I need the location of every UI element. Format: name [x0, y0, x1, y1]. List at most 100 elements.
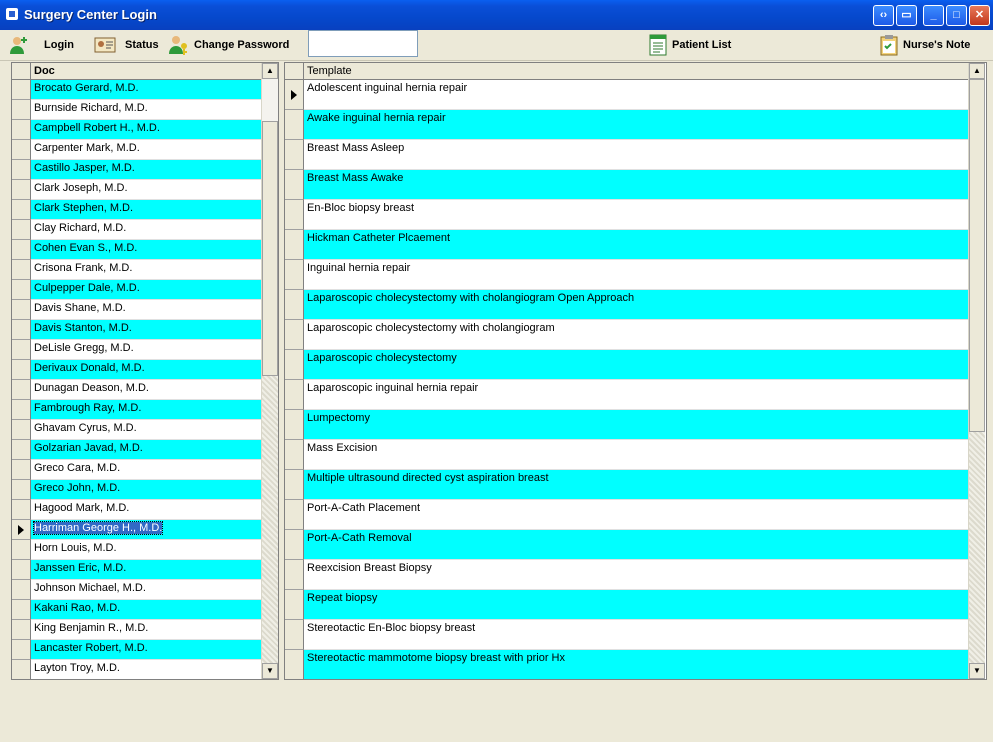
doctor-row[interactable]: Hagood Mark, M.D.	[12, 500, 262, 520]
template-row[interactable]: Adolescent inguinal hernia repair	[285, 80, 968, 110]
template-cell[interactable]: Stereotactic mammotome biopsy breast wit…	[304, 650, 968, 679]
template-row-selector[interactable]	[285, 410, 304, 440]
doctor-cell[interactable]: Campbell Robert H., M.D.	[31, 120, 262, 140]
doctor-row[interactable]: Horn Louis, M.D.	[12, 540, 262, 560]
template-row-selector[interactable]	[285, 530, 304, 560]
template-row-selector[interactable]	[285, 500, 304, 530]
template-cell[interactable]: Laparoscopic cholecystectomy with cholan…	[304, 320, 968, 350]
template-row-selector[interactable]	[285, 80, 304, 110]
doctor-row[interactable]: Crisona Frank, M.D.	[12, 260, 262, 280]
doctor-row-selector[interactable]	[12, 240, 31, 260]
doctor-row-selector[interactable]	[12, 140, 31, 160]
doctor-row-selector[interactable]	[12, 100, 31, 120]
doctor-row[interactable]: Janssen Eric, M.D.	[12, 560, 262, 580]
doctor-row[interactable]: DeLisle Gregg, M.D.	[12, 340, 262, 360]
template-scroll-up-button[interactable]: ▲	[969, 63, 985, 79]
doctor-row-selector[interactable]	[12, 400, 31, 420]
doctor-cell[interactable]: King Benjamin R., M.D.	[31, 620, 262, 640]
doctor-cell[interactable]: Lancaster Robert, M.D.	[31, 640, 262, 660]
template-row[interactable]: Stereotactic En-Bloc biopsy breast	[285, 620, 968, 650]
template-cell[interactable]: Lumpectomy	[304, 410, 968, 440]
template-row-selector[interactable]	[285, 230, 304, 260]
template-row-selector[interactable]	[285, 620, 304, 650]
template-row[interactable]: Port-A-Cath Placement	[285, 500, 968, 530]
doctor-row-selector[interactable]	[12, 600, 31, 620]
toolbar-text-input[interactable]	[308, 30, 418, 57]
nurses-note-button[interactable]: Nurse's Note	[878, 30, 970, 60]
template-scroll-track[interactable]	[969, 432, 985, 663]
doctor-row-selector[interactable]	[12, 360, 31, 380]
doctor-cell[interactable]: Ghavam Cyrus, M.D.	[31, 420, 262, 440]
template-row[interactable]: Reexcision Breast Biopsy	[285, 560, 968, 590]
doctor-scroll-thumb[interactable]	[262, 121, 278, 376]
doctor-cell[interactable]: Derivaux Donald, M.D.	[31, 360, 262, 380]
close-button[interactable]: ✕	[969, 5, 990, 26]
doctor-cell[interactable]: Harriman George H., M.D.	[31, 520, 262, 540]
template-row[interactable]: Laparoscopic cholecystectomy with cholan…	[285, 290, 968, 320]
template-row-selector[interactable]	[285, 350, 304, 380]
doctor-row[interactable]: Harriman George H., M.D.	[12, 520, 262, 540]
doctor-row-selector[interactable]	[12, 300, 31, 320]
template-cell[interactable]: Port-A-Cath Removal	[304, 530, 968, 560]
template-cell[interactable]: Stereotactic En-Bloc biopsy breast	[304, 620, 968, 650]
doctor-row-selector[interactable]	[12, 220, 31, 240]
doctor-row[interactable]: Dunagan Deason, M.D.	[12, 380, 262, 400]
doctor-row-selector[interactable]	[12, 420, 31, 440]
doctor-row-selector[interactable]	[12, 120, 31, 140]
login-button[interactable]: Login	[8, 30, 74, 60]
template-row-selector[interactable]	[285, 590, 304, 620]
template-cell[interactable]: Port-A-Cath Placement	[304, 500, 968, 530]
template-cell[interactable]: Laparoscopic inguinal hernia repair	[304, 380, 968, 410]
maximize-button[interactable]: □	[946, 5, 967, 26]
template-row[interactable]: Laparoscopic cholecystectomy with cholan…	[285, 320, 968, 350]
doctor-row-selector[interactable]	[12, 620, 31, 640]
doctor-row[interactable]: Brocato Gerard, M.D.	[12, 80, 262, 100]
doctor-row[interactable]: Clay Richard, M.D.	[12, 220, 262, 240]
template-row-selector[interactable]	[285, 440, 304, 470]
template-column-header[interactable]: Template	[307, 65, 352, 77]
template-row-selector[interactable]	[285, 200, 304, 230]
doctor-row[interactable]: Davis Shane, M.D.	[12, 300, 262, 320]
template-grid-scrollbar[interactable]: ▲ ▼	[968, 63, 985, 679]
template-cell[interactable]: Breast Mass Awake	[304, 170, 968, 200]
doctor-cell[interactable]: Carpenter Mark, M.D.	[31, 140, 262, 160]
template-cell[interactable]: Awake inguinal hernia repair	[304, 110, 968, 140]
doctor-row-selector[interactable]	[12, 160, 31, 180]
template-scroll-thumb[interactable]	[969, 79, 985, 432]
template-row[interactable]: En-Bloc biopsy breast	[285, 200, 968, 230]
doctor-row-selector[interactable]	[12, 340, 31, 360]
template-row-selector[interactable]	[285, 470, 304, 500]
template-row[interactable]: Breast Mass Asleep	[285, 140, 968, 170]
template-row-selector[interactable]	[285, 560, 304, 590]
doctor-row[interactable]: Culpepper Dale, M.D.	[12, 280, 262, 300]
template-row[interactable]: Awake inguinal hernia repair	[285, 110, 968, 140]
doctor-row-selector[interactable]	[12, 540, 31, 560]
doctor-row-selector[interactable]	[12, 200, 31, 220]
template-cell[interactable]: Inguinal hernia repair	[304, 260, 968, 290]
doctor-row[interactable]: Kakani Rao, M.D.	[12, 600, 262, 620]
doctor-cell[interactable]: Crisona Frank, M.D.	[31, 260, 262, 280]
doctor-row-selector[interactable]	[12, 580, 31, 600]
doctor-cell[interactable]: Clay Richard, M.D.	[31, 220, 262, 240]
template-row-selector[interactable]	[285, 140, 304, 170]
template-cell[interactable]: En-Bloc biopsy breast	[304, 200, 968, 230]
doctor-row[interactable]: Clark Joseph, M.D.	[12, 180, 262, 200]
doctor-cell[interactable]: Greco Cara, M.D.	[31, 460, 262, 480]
doctor-cell[interactable]: Dunagan Deason, M.D.	[31, 380, 262, 400]
doctor-row[interactable]: Johnson Michael, M.D.	[12, 580, 262, 600]
doctor-cell[interactable]: Culpepper Dale, M.D.	[31, 280, 262, 300]
doc-column-header[interactable]: Doc	[34, 65, 55, 77]
doctor-cell[interactable]: Janssen Eric, M.D.	[31, 560, 262, 580]
doctor-row[interactable]: Golzarian Javad, M.D.	[12, 440, 262, 460]
doctor-cell[interactable]: Davis Stanton, M.D.	[31, 320, 262, 340]
doctor-cell[interactable]: Layton Troy, M.D.	[31, 660, 262, 679]
doctor-cell[interactable]: Horn Louis, M.D.	[31, 540, 262, 560]
doctor-cell[interactable]: Kakani Rao, M.D.	[31, 600, 262, 620]
doctor-cell[interactable]: Davis Shane, M.D.	[31, 300, 262, 320]
minimize-button[interactable]: _	[923, 5, 944, 26]
template-scroll-down-button[interactable]: ▼	[969, 663, 985, 679]
template-cell[interactable]: Laparoscopic cholecystectomy	[304, 350, 968, 380]
patient-list-button[interactable]: Patient List	[647, 30, 731, 60]
doctor-cell[interactable]: Golzarian Javad, M.D.	[31, 440, 262, 460]
doctor-row-selector[interactable]	[12, 500, 31, 520]
